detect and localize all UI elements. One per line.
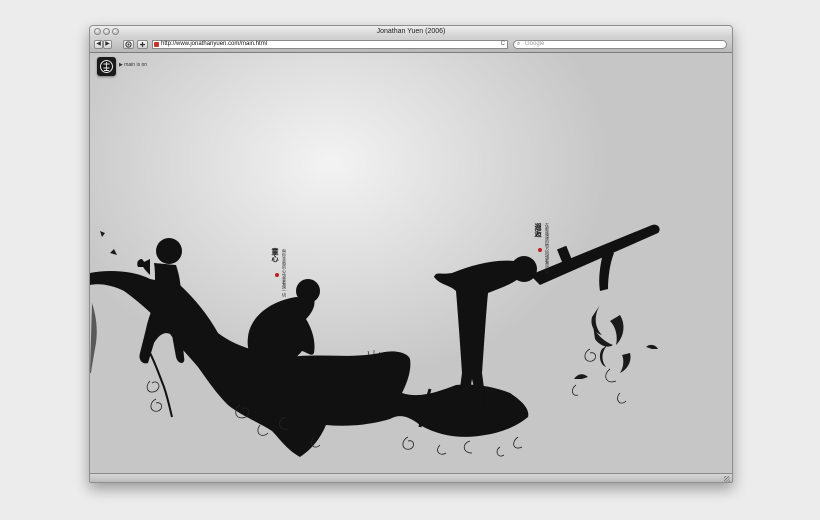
back-button[interactable]: ◀	[94, 40, 103, 49]
ink-artwork-scene	[90, 224, 660, 457]
left-red-seal-icon	[275, 273, 279, 277]
bookmark-button[interactable]	[123, 40, 134, 49]
back-arrow-icon: ◀	[96, 41, 101, 47]
bookmark-icon	[125, 41, 132, 48]
search-field[interactable]: ⌕ Google	[513, 40, 727, 49]
red-site-favicon-icon	[154, 42, 159, 47]
left-poem-text: 與你並肩的心也曾看過一切	[282, 249, 287, 297]
search-placeholder: Google	[525, 41, 545, 47]
add-bookmark-button[interactable]	[137, 40, 148, 49]
address-bar[interactable]: http://www.jonathanyuen.com/main.html C	[152, 40, 508, 49]
reload-icon[interactable]: C	[501, 41, 505, 48]
window-title: Jonathan Yuen (2006)	[376, 28, 446, 35]
forward-arrow-icon: ▶	[105, 41, 110, 47]
right-poem-text: 在那遙遠的地方回頭看見自然	[545, 223, 550, 275]
magnifier-icon: ⌕	[517, 41, 521, 47]
plus-icon	[140, 42, 145, 47]
forward-button[interactable]: ▶	[103, 40, 112, 49]
resize-grip-icon[interactable]	[724, 476, 730, 482]
right-red-seal-icon	[538, 248, 542, 252]
right-poem-title: 遐逅	[534, 223, 541, 237]
browser-window: Jonathan Yuen (2006) ◀ ▶ http://www.jona…	[89, 25, 733, 483]
address-url: http://www.jonathanyuen.com/main.html	[161, 41, 268, 47]
title-bar[interactable]: Jonathan Yuen (2006)	[90, 26, 732, 38]
browser-toolbar: ◀ ▶ http://www.jonathanyuen.com/main.htm…	[90, 38, 732, 53]
left-poem-title: 童心	[271, 248, 278, 262]
status-bar	[90, 473, 732, 482]
page-content: ▶ main is on 童心 與你並肩的心也曾看過一切 遐逅 在那遙遠的地方回…	[90, 53, 732, 473]
